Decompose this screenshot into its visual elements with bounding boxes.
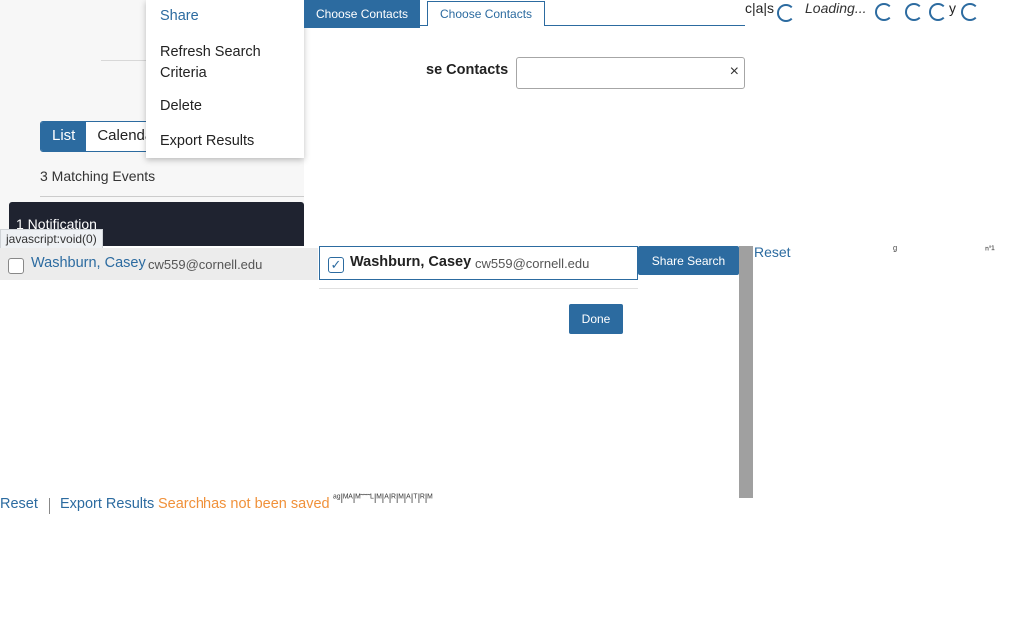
render-artifact: ⁿ'¹ [985,244,995,256]
render-artifact: ᵍ [893,244,898,256]
loading-spinner-icon [961,3,979,21]
header-fragment-right: y [949,0,956,16]
menu-item-delete[interactable]: Delete [160,98,202,114]
selected-contact[interactable]: ✓ Washburn, Casey cw559@cornell.edu [319,246,638,280]
menu-item-refresh-search-criteria[interactable]: Refresh Search Criteria [160,42,280,84]
contact-name-link[interactable]: Washburn, Casey [31,255,146,271]
loading-spinner-icon [905,3,923,21]
selected-list-separator [319,288,638,289]
loading-spinner-icon [875,3,893,21]
status-url-tooltip: javascript:void(0) [0,229,103,249]
clear-icon[interactable]: × [730,63,739,81]
loading-text: Loading... [805,0,867,16]
loading-spinner-icon [777,4,795,22]
render-artifact: ᵃᵍ|ᴹᴬ|ᴹ˜˜˜ᴸ|ᴹ|ᴬ|ᴿ|ᴹ|ᴬ|ᵀ|ᴿ|ᴹ [333,493,433,504]
header-fragment-left: c|a|s [745,0,775,16]
choose-contacts-label: se Contacts [426,62,509,78]
selected-contact-name: Washburn, Casey [350,254,472,270]
tab-choose-contacts[interactable]: Choose Contacts [427,1,546,26]
tab-choose-contacts-active[interactable]: Choose Contacts [304,0,421,28]
selected-contact-email: cw559@cornell.edu [475,256,590,271]
contact-checkbox[interactable] [8,258,24,274]
reset-link[interactable]: Reset [754,244,791,260]
unsaved-warning: has not been saved [203,496,330,512]
menu-item-export-results[interactable]: Export Results [160,133,254,149]
contact-list-item[interactable]: Washburn, Casey cw559@cornell.edu [0,248,318,280]
menu-item-share[interactable]: Share [160,8,199,24]
matching-events-count: 3 Matching Events [40,168,156,184]
list-view-button[interactable]: List [41,122,87,151]
checkmark-icon: ✓ [330,257,342,272]
export-results-link[interactable]: Export Results [60,496,154,512]
contacts-search-input[interactable]: × [516,57,745,89]
search-status-label: Search [158,496,204,512]
reset-link-bottom[interactable]: Reset [0,496,38,512]
share-search-button[interactable]: Share Search [638,246,739,275]
scrollbar[interactable] [739,246,753,498]
link-divider [49,498,50,514]
contact-email: cw559@cornell.edu [148,257,263,272]
loading-spinner-icon [929,3,947,21]
done-button[interactable]: Done [569,304,623,334]
selected-contact-checkbox[interactable]: ✓ [328,257,344,273]
actions-menu: Share Refresh Search Criteria Delete Exp… [146,0,304,158]
